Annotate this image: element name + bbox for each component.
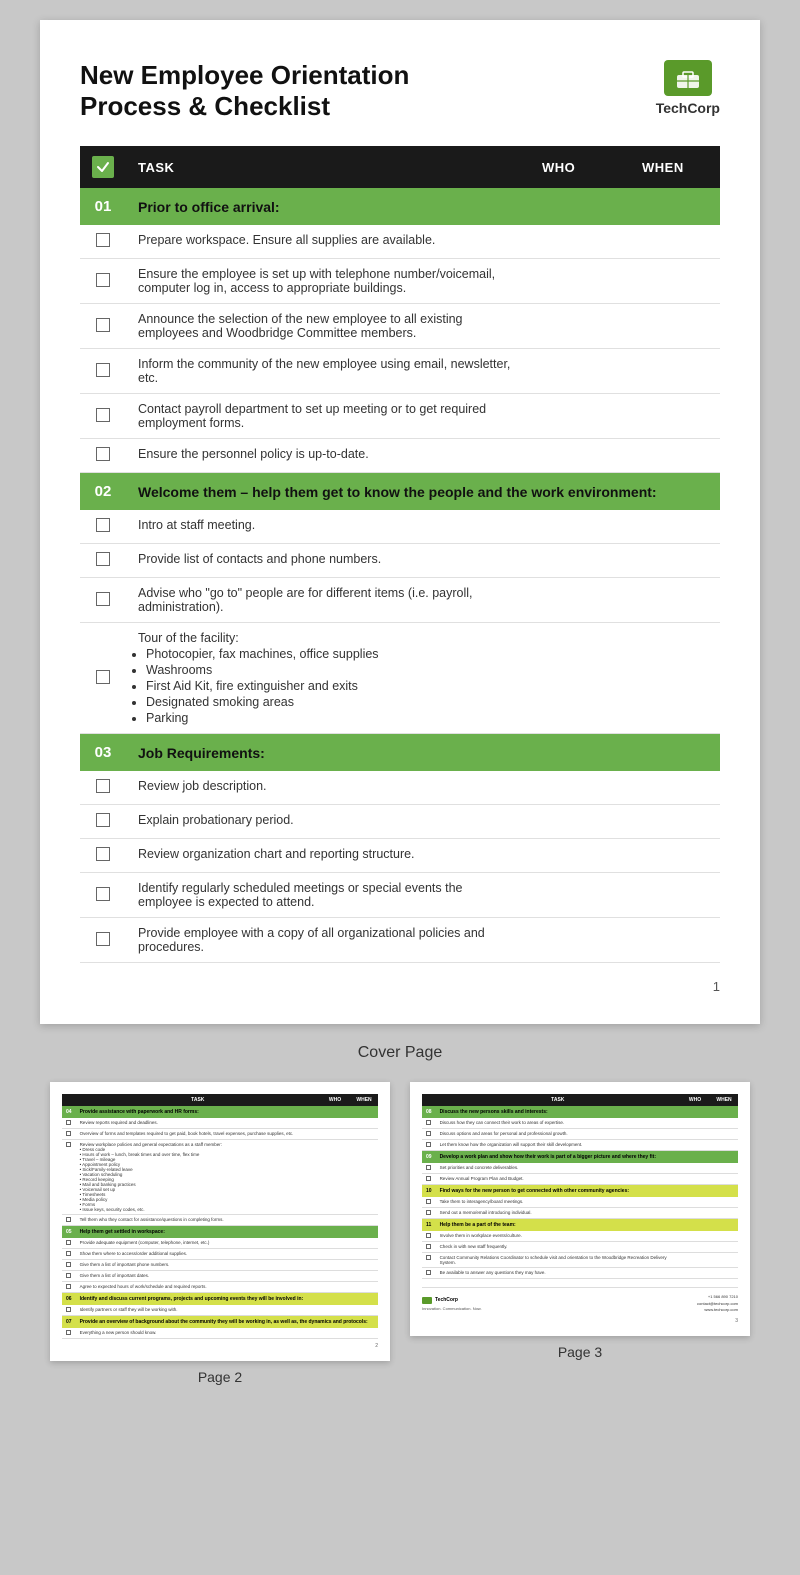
thumb-table-3: TASK WHO WHEN 08Discuss the new persons … [422, 1094, 738, 1279]
thumb-footer-logo: TechCorp Innovation. Communication. Now. [422, 1297, 482, 1311]
thumb-brand: TechCorp [435, 1297, 458, 1303]
section-row-03: 03 Job Requirements: [80, 734, 720, 772]
checkbox[interactable] [96, 592, 110, 606]
section-row-02: 02 Welcome them – help them get to know … [80, 473, 720, 511]
logo-name: TechCorp [656, 100, 720, 116]
table-row: Review organization chart and reporting … [80, 839, 720, 873]
checkbox[interactable] [96, 318, 110, 332]
col-when: WHEN [630, 146, 720, 188]
page2-container: TASK WHO WHEN 04Provide assistance with … [50, 1082, 390, 1385]
table-row: Ensure the personnel policy is up-to-dat… [80, 439, 720, 473]
page-number: 1 [80, 979, 720, 994]
section-id-03: 03 [80, 734, 126, 772]
table-row: Explain probationary period. [80, 805, 720, 839]
tour-bullet-list: Photocopier, fax machines, office suppli… [138, 647, 518, 725]
table-row: Tour of the facility: Photocopier, fax m… [80, 623, 720, 734]
checkbox[interactable] [96, 363, 110, 377]
table-row: Ensure the employee is set up with telep… [80, 259, 720, 304]
checkbox[interactable] [96, 552, 110, 566]
checklist-table: TASK WHO WHEN 01 Prior to office arrival… [80, 146, 720, 963]
checkbox[interactable] [96, 813, 110, 827]
thumb-page-num-3: 3 [422, 1318, 738, 1324]
page3-container: TASK WHO WHEN 08Discuss the new persons … [410, 1082, 750, 1359]
checkbox[interactable] [96, 932, 110, 946]
checkbox[interactable] [96, 887, 110, 901]
thumb-table-2: TASK WHO WHEN 04Provide assistance with … [62, 1094, 378, 1339]
table-row: Prepare workspace. Ensure all supplies a… [80, 225, 720, 259]
table-row: Advise who "go to" people are for differ… [80, 578, 720, 623]
checkbox[interactable] [96, 273, 110, 287]
page3-label: Page 3 [558, 1344, 602, 1360]
checkbox[interactable] [96, 518, 110, 532]
thumb-footer: TechCorp Innovation. Communication. Now.… [422, 1287, 738, 1313]
section-row-01: 01 Prior to office arrival: [80, 188, 720, 225]
logo-box: TechCorp [656, 60, 720, 116]
table-row: Provide list of contacts and phone numbe… [80, 544, 720, 578]
table-row: Provide employee with a copy of all orga… [80, 918, 720, 963]
section-title-03: Job Requirements: [126, 734, 720, 772]
section-id-01: 01 [80, 188, 126, 225]
checkbox[interactable] [96, 847, 110, 861]
page2-label: Page 2 [198, 1369, 242, 1385]
page-header: New Employee Orientation Process & Check… [80, 60, 720, 122]
col-check [80, 146, 126, 188]
thumb-contact: +1 566 890 7210 contact@techcorp.com www… [697, 1294, 738, 1313]
page2-thumbnail: TASK WHO WHEN 04Provide assistance with … [50, 1082, 390, 1361]
section-id-02: 02 [80, 473, 126, 511]
table-row: Identify regularly scheduled meetings or… [80, 873, 720, 918]
page3-thumbnail: TASK WHO WHEN 08Discuss the new persons … [410, 1082, 750, 1335]
table-row: Review job description. [80, 771, 720, 805]
logo-icon [664, 60, 712, 96]
table-row: Announce the selection of the new employ… [80, 304, 720, 349]
section-title-02: Welcome them – help them get to know the… [126, 473, 720, 511]
col-task: TASK [126, 146, 530, 188]
section-title-01: Prior to office arrival: [126, 188, 720, 225]
thumbnails-row: TASK WHO WHEN 04Provide assistance with … [50, 1082, 750, 1385]
cover-label: Cover Page [358, 1044, 443, 1062]
col-who: WHO [530, 146, 630, 188]
checkbox[interactable] [96, 233, 110, 247]
checkbox[interactable] [96, 408, 110, 422]
check-icon [92, 156, 114, 178]
thumb-tagline: Innovation. Communication. Now. [422, 1306, 482, 1311]
table-row: Inform the community of the new employee… [80, 349, 720, 394]
table-row: Contact payroll department to set up mee… [80, 394, 720, 439]
thumb-page-num-2: 2 [62, 1343, 378, 1349]
checkbox[interactable] [96, 670, 110, 684]
thumb-logo-icon [422, 1297, 432, 1304]
checkbox[interactable] [96, 447, 110, 461]
table-row: Intro at staff meeting. [80, 510, 720, 544]
main-page: New Employee Orientation Process & Check… [40, 20, 760, 1024]
page-title: New Employee Orientation Process & Check… [80, 60, 409, 122]
checkbox[interactable] [96, 779, 110, 793]
